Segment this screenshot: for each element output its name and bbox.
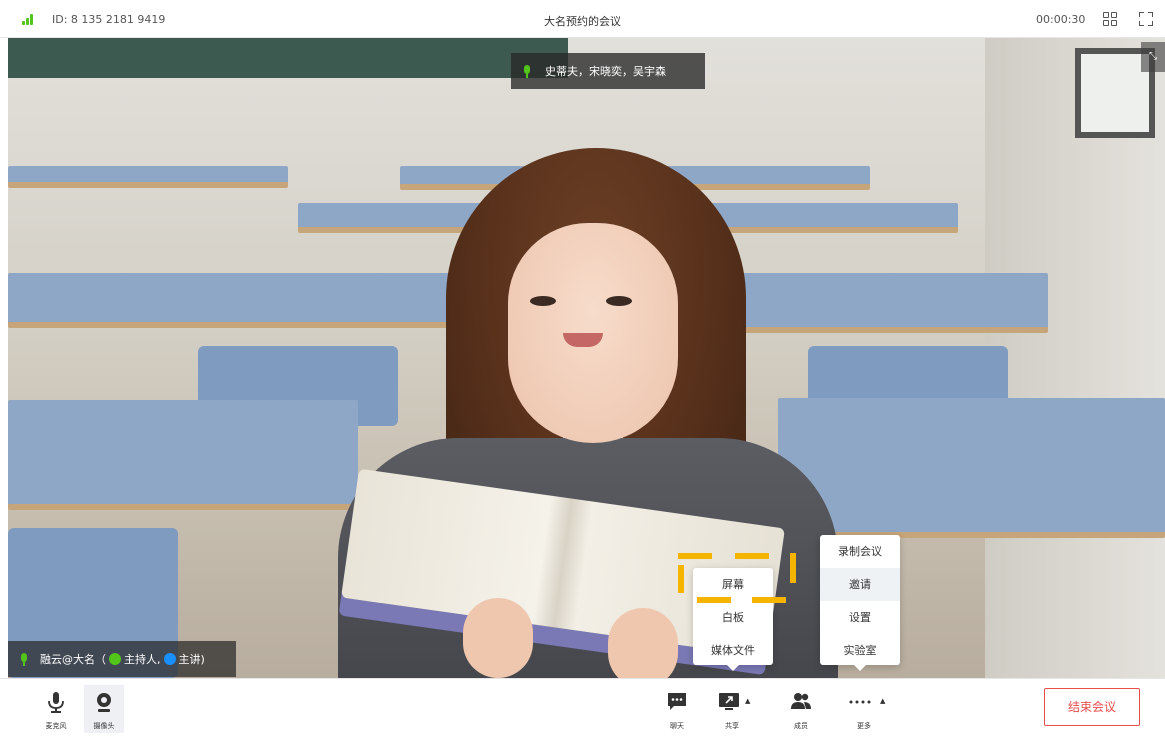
record-meeting-option[interactable]: 录制会议 <box>820 535 900 568</box>
more-menu: 录制会议 邀请 设置 实验室 <box>820 535 900 671</box>
camera-icon <box>97 693 111 712</box>
highlight-dash <box>752 597 786 603</box>
role-open-paren: （ <box>95 653 106 666</box>
microphone-button[interactable]: 麦克风 <box>36 685 76 733</box>
members-button[interactable]: 成员 <box>781 685 821 733</box>
grid-layout-icon[interactable] <box>1103 12 1117 26</box>
microphone-label: 麦克风 <box>45 722 67 730</box>
chat-button[interactable]: 聊天 <box>657 685 697 733</box>
bottom-toolbar: 麦克风 摄像头 聊天 ▲ 共享 成员 ▲ 更多 <box>0 678 1165 738</box>
meeting-title: 大名预约的会议 <box>544 15 621 28</box>
members-label: 成员 <box>794 722 808 730</box>
more-caret-icon: ▲ <box>880 697 886 705</box>
share-menu: 屏幕 白板 媒体文件 <box>693 568 773 671</box>
local-user-label: 融云@大名 （ 主持人, 主讲) <box>8 641 236 677</box>
settings-option[interactable]: 设置 <box>820 601 900 634</box>
highlight-dash <box>790 553 796 583</box>
share-media-option[interactable]: 媒体文件 <box>693 634 773 667</box>
chat-icon <box>668 693 686 710</box>
microphone-icon <box>48 692 64 713</box>
more-icon <box>849 700 871 704</box>
share-whiteboard-option[interactable]: 白板 <box>693 601 773 634</box>
share-screen-icon <box>719 693 739 710</box>
local-mic-icon <box>20 652 28 666</box>
share-caret-icon: ▲ <box>745 697 751 705</box>
highlight-dash <box>678 553 712 559</box>
more-label: 更多 <box>857 722 871 730</box>
members-icon <box>791 693 811 709</box>
highlight-dash <box>678 565 684 593</box>
top-bar: ID: 8 135 2181 9419 大名预约的会议 00:00:30 <box>0 0 1165 38</box>
end-meeting-button[interactable]: 结束会议 <box>1044 688 1140 726</box>
share-button[interactable]: ▲ 共享 <box>712 685 752 733</box>
invite-option[interactable]: 邀请 <box>820 568 900 601</box>
exit-fullscreen-icon[interactable]: ⤡ <box>1141 42 1165 72</box>
meeting-timer: 00:00:30 <box>1036 13 1086 26</box>
role-host: 主持人, <box>124 653 161 666</box>
active-speaker-banner: 史蒂夫，宋晓奕，吴宇森 <box>511 53 705 89</box>
role-presenter: 主讲) <box>178 653 205 666</box>
camera-label: 摄像头 <box>93 722 115 730</box>
share-label: 共享 <box>725 722 739 730</box>
chalkboard <box>8 38 568 78</box>
presenter-badge-icon <box>163 653 176 665</box>
meeting-app: ID: 8 135 2181 9419 大名预约的会议 00:00:30 史蒂夫… <box>0 0 1165 738</box>
highlight-dash <box>697 597 731 603</box>
camera-button[interactable]: 摄像头 <box>84 685 124 733</box>
more-button[interactable]: ▲ 更多 <box>838 685 890 733</box>
fullscreen-icon[interactable] <box>1139 12 1153 26</box>
chat-label: 聊天 <box>670 722 684 730</box>
local-user-name: 融云@大名 <box>40 653 95 666</box>
active-speaker-names: 史蒂夫，宋晓奕，吴宇森 <box>545 65 666 78</box>
host-badge-icon <box>109 653 121 665</box>
speaking-mic-icon <box>523 64 531 78</box>
lab-option[interactable]: 实验室 <box>820 634 900 667</box>
main-video <box>8 38 1165 678</box>
highlight-dash <box>735 553 769 559</box>
